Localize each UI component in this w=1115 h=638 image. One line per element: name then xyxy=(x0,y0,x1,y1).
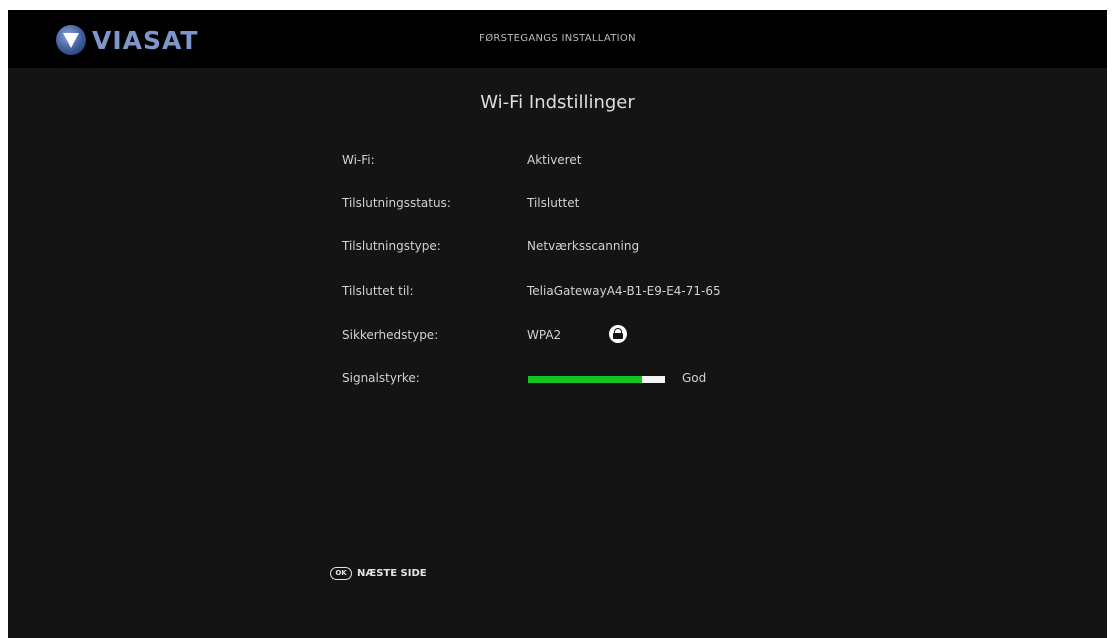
setting-row-connection-type: Tilslutningstype: Netværksscanning xyxy=(342,239,942,259)
setting-row-security-type: Sikkerhedstype: WPA2 xyxy=(342,325,942,348)
setting-value: Aktiveret xyxy=(527,153,582,167)
next-page-label: NÆSTE SIDE xyxy=(357,568,427,579)
tv-screen: VIASAT FØRSTEGANGS INSTALLATION Wi-Fi In… xyxy=(8,10,1107,638)
signal-strength-fill xyxy=(528,376,642,383)
setting-label: Tilsluttet til: xyxy=(342,284,414,298)
lock-icon xyxy=(609,325,627,343)
setting-value: Tilsluttet xyxy=(527,196,580,210)
page-title: Wi-Fi Indstillinger xyxy=(480,92,635,113)
setting-label: Wi-Fi: xyxy=(342,153,375,167)
signal-strength-label: God xyxy=(682,371,707,385)
ok-key-icon: OK xyxy=(330,567,352,580)
setting-label: Tilslutningsstatus: xyxy=(342,196,451,210)
setting-value: WPA2 xyxy=(527,328,562,342)
setting-label: Sikkerhedstype: xyxy=(342,328,439,342)
next-page-button[interactable]: OK NÆSTE SIDE xyxy=(330,567,427,580)
setting-value: TeliaGatewayA4-B1-E9-E4-71-65 xyxy=(527,284,721,298)
setting-row-signal-strength: Signalstyrke: God xyxy=(342,371,942,391)
setting-label: Tilslutningstype: xyxy=(342,239,441,253)
setting-row-wifi: Wi-Fi: Aktiveret xyxy=(342,153,942,173)
signal-strength-bar xyxy=(528,376,665,383)
setting-label: Signalstyrke: xyxy=(342,371,420,385)
setting-row-connected-to: Tilsluttet til: TeliaGatewayA4-B1-E9-E4-… xyxy=(342,284,942,304)
top-bar: VIASAT FØRSTEGANGS INSTALLATION xyxy=(8,10,1107,68)
setting-value: Netværksscanning xyxy=(527,239,640,253)
header-title: FØRSTEGANGS INSTALLATION xyxy=(479,33,636,44)
setting-row-connection-status: Tilslutningsstatus: Tilsluttet xyxy=(342,196,942,216)
